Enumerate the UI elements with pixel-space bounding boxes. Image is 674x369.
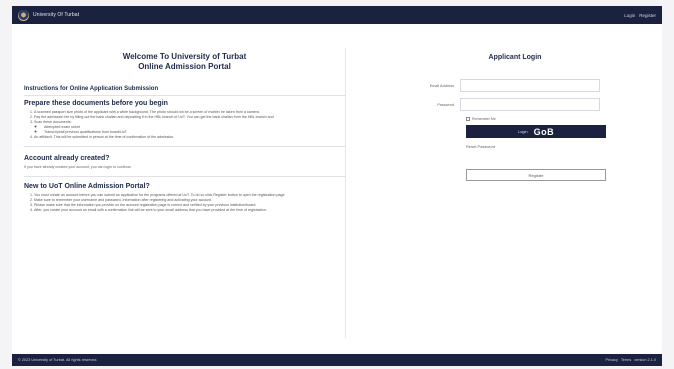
instructions-title: Instructions for Online Application Subm… [24, 86, 159, 92]
login-panel: Applicant Login Email Address Password R… [408, 48, 612, 181]
footer: © 2023 University of Turbat. All rights … [12, 354, 662, 366]
nav-login-link[interactable]: Login [624, 13, 635, 18]
version-label: version 2.1.0 [634, 358, 656, 362]
go-text: GoB [533, 126, 555, 137]
new-user-list: You must create an account before you ca… [24, 193, 345, 213]
nav-register-link[interactable]: Register [639, 13, 656, 18]
register-button[interactable]: Register [466, 169, 606, 181]
brand-name: University Of Turbat [33, 12, 80, 18]
welcome-heading: Welcome To University of Turbat Online A… [24, 52, 345, 72]
welcome-line-2: Online Admission Portal [138, 62, 231, 71]
list-item: Scan these documents: Attempted exam she… [34, 120, 345, 135]
new-user-title: New to UoT Online Admission Portal? [24, 183, 150, 190]
email-label: Email Address [429, 83, 454, 88]
remember-me[interactable]: Remember Me [466, 117, 612, 121]
email-row: Email Address [408, 79, 612, 92]
footer-copyright: © 2023 University of Turbat. All rights … [18, 358, 98, 362]
main-content: Welcome To University of Turbat Online A… [12, 24, 662, 354]
scan-sublist: Attempted exam sheet Transcript/all prev… [34, 125, 345, 135]
email-field[interactable] [460, 79, 600, 92]
account-created-text: If you have already created your account… [24, 165, 132, 169]
terms-link[interactable]: Terms [621, 358, 631, 362]
brand[interactable]: University Of Turbat [18, 9, 80, 21]
reset-password-link[interactable]: Reset Password [466, 144, 612, 149]
password-field[interactable] [460, 98, 600, 111]
list-item-text: Scan these documents: [34, 120, 72, 124]
account-created-title: Account already created? [24, 155, 110, 162]
list-item: An affidavit. This will be submitted in … [34, 135, 345, 140]
divider [24, 176, 345, 177]
documents-list: A scanned passport size photo of the app… [24, 110, 345, 140]
university-logo-icon [18, 9, 29, 21]
top-navbar: University Of Turbat Login Register [12, 6, 662, 24]
password-row: Password [408, 98, 612, 111]
list-item: After, you create your account an email … [34, 208, 345, 213]
login-button[interactable]: Login GoB [466, 125, 606, 138]
footer-links: Privacy Terms version 2.1.0 [605, 358, 656, 362]
login-title: Applicant Login [488, 54, 542, 61]
prepare-documents-title: Prepare these documents before you begin [24, 100, 168, 107]
instructions-panel: Welcome To University of Turbat Online A… [24, 48, 346, 338]
welcome-line-1: Welcome To University of Turbat [122, 52, 247, 61]
login-button-label: Login [517, 129, 528, 134]
remember-label: Remember Me [472, 117, 496, 121]
top-links: Login Register [624, 13, 656, 18]
password-label: Password [437, 102, 454, 107]
privacy-link[interactable]: Privacy [605, 358, 617, 362]
divider [24, 95, 345, 96]
divider [24, 146, 345, 147]
remember-checkbox[interactable] [466, 117, 470, 121]
